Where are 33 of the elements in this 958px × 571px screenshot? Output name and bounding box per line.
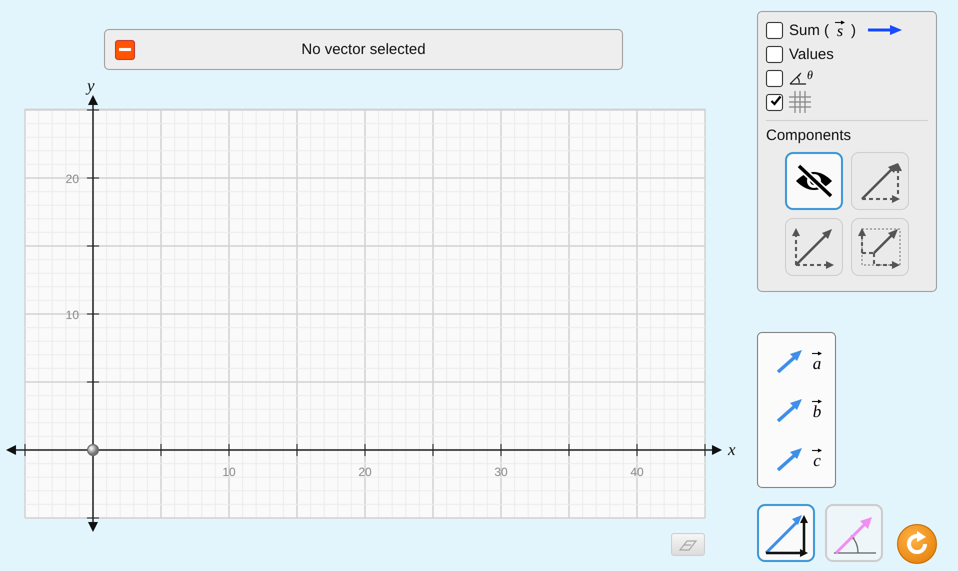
tick-label: 40 [630,465,644,479]
status-text: No vector selected [300,41,427,58]
component-mode-button[interactable] [851,152,909,210]
component-mode-button[interactable] [851,218,909,276]
section-title: Components [766,127,852,144]
component-mode-button[interactable] [785,218,843,276]
checkbox[interactable] [766,22,783,38]
vector-arrow-icon[interactable] [776,446,804,472]
checkbox[interactable] [766,70,783,86]
arrow-icon [868,25,902,35]
tick-label: 20 [66,172,79,186]
reset-icon [904,531,930,557]
checkbox[interactable] [766,94,783,110]
tick-label: 30 [494,465,508,479]
angle-icon [789,71,807,85]
vector-arrow-icon[interactable] [776,348,804,374]
angle-symbol: θ [807,68,813,82]
axis-label: x [728,440,736,459]
collapse-icon[interactable] [115,40,135,60]
option-label: Sum ( [789,22,830,38]
vector-arrow-icon[interactable] [776,396,804,423]
tick-label: 10 [66,308,79,322]
component-mode-button[interactable] [785,152,843,210]
eraser-icon [678,538,698,552]
axis-label: y [87,76,95,95]
checkbox[interactable] [766,46,783,62]
option-label: Values [789,46,834,62]
grid-icon [789,91,811,113]
tick-label: 10 [222,465,236,479]
coordinate-mode-button[interactable] [757,504,815,562]
option-label: ) [851,22,856,38]
reset-button[interactable] [897,524,937,564]
tick-label: 20 [358,465,372,479]
